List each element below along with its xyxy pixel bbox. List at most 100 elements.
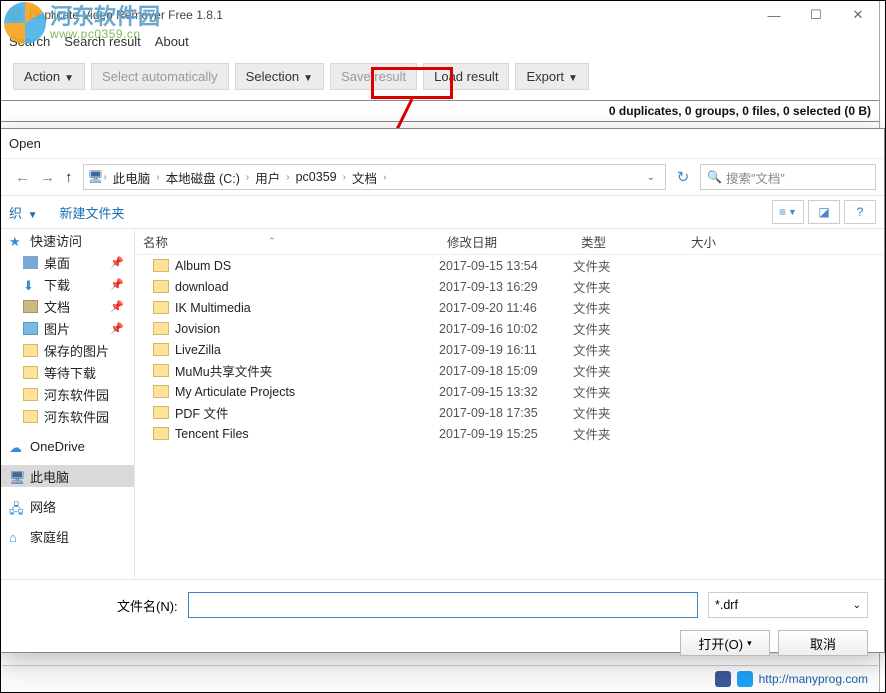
- footer-link[interactable]: http://manyprog.com: [759, 672, 868, 686]
- file-date: 2017-09-16 10:02: [439, 322, 573, 336]
- pc-icon: 🖥: [9, 470, 24, 483]
- file-row[interactable]: IK Multimedia2017-09-20 11:46文件夹: [135, 297, 884, 318]
- filter-dropdown[interactable]: *.drf⌄: [708, 592, 868, 618]
- crumb-0[interactable]: 此电脑: [107, 168, 157, 187]
- dialog-toolbar: 织 ▼ 新建文件夹 ≡ ▼ ◪ ?: [1, 195, 884, 229]
- sidebar-item-9[interactable]: ☁OneDrive: [1, 435, 134, 457]
- file-date: 2017-09-15 13:32: [439, 385, 573, 399]
- file-row[interactable]: Tencent Files2017-09-19 15:25文件夹: [135, 423, 884, 444]
- sidebar-label: 河东软件园: [44, 385, 109, 404]
- file-row[interactable]: LiveZilla2017-09-19 16:11文件夹: [135, 339, 884, 360]
- desk-icon: [23, 256, 38, 269]
- file-row[interactable]: Album DS2017-09-15 13:54文件夹: [135, 255, 884, 276]
- action-button[interactable]: Action▼: [13, 63, 85, 90]
- file-row[interactable]: Jovision2017-09-16 10:02文件夹: [135, 318, 884, 339]
- nav-arrows: ← → ↑: [9, 169, 79, 186]
- refresh-icon[interactable]: ↻: [670, 164, 696, 190]
- open-button[interactable]: 打开(O)▾: [680, 630, 770, 656]
- watermark-url: www.pc0359.cn: [50, 28, 160, 40]
- dialog-bottom: 文件名(N): *.drf⌄ 打开(O)▾ 取消: [1, 579, 884, 668]
- file-date: 2017-09-18 17:35: [439, 406, 573, 420]
- toolbar: Action▼ Select automatically Selection▼ …: [1, 53, 879, 100]
- facebook-icon[interactable]: [715, 671, 731, 687]
- col-size[interactable]: 大小: [683, 232, 763, 251]
- fold-icon: [23, 410, 38, 423]
- preview-pane-button[interactable]: ◪: [808, 200, 840, 224]
- file-name: LiveZilla: [175, 343, 439, 357]
- sidebar-label: 下载: [44, 275, 70, 294]
- select-automatically-button[interactable]: Select automatically: [91, 63, 229, 90]
- save-result-button[interactable]: Save result: [330, 63, 417, 90]
- crumb-2[interactable]: 用户: [249, 168, 286, 187]
- folder-icon: [153, 385, 169, 398]
- load-result-button[interactable]: Load result: [423, 63, 509, 90]
- sidebar-item-1[interactable]: 桌面📌: [1, 251, 134, 273]
- col-date[interactable]: 修改日期: [439, 232, 573, 251]
- file-row[interactable]: download2017-09-13 16:29文件夹: [135, 276, 884, 297]
- search-input[interactable]: 🔍 搜索"文档": [700, 164, 876, 190]
- sidebar-label: 桌面: [44, 253, 70, 272]
- crumb-4[interactable]: 文档: [346, 168, 383, 187]
- file-row[interactable]: PDF 文件2017-09-18 17:35文件夹: [135, 402, 884, 423]
- crumb-3[interactable]: pc0359: [290, 170, 343, 184]
- file-row[interactable]: My Articulate Projects2017-09-15 13:32文件…: [135, 381, 884, 402]
- nav-forward-icon[interactable]: →: [40, 169, 55, 186]
- folder-icon: [153, 343, 169, 356]
- file-type: 文件夹: [573, 382, 683, 401]
- filename-input[interactable]: [188, 592, 698, 618]
- file-row[interactable]: MuMu共享文件夹2017-09-18 15:09文件夹: [135, 360, 884, 381]
- file-type: 文件夹: [573, 403, 683, 422]
- col-type[interactable]: 类型: [573, 232, 683, 251]
- dialog-title: Open: [1, 129, 884, 159]
- folder-icon: [153, 322, 169, 335]
- sidebar-item-4[interactable]: 图片📌: [1, 317, 134, 339]
- sidebar-item-5[interactable]: 保存的图片: [1, 339, 134, 361]
- selection-button[interactable]: Selection▼: [235, 63, 324, 90]
- cancel-button[interactable]: 取消: [778, 630, 868, 656]
- down-icon: ⬇: [23, 278, 38, 291]
- sidebar-item-7[interactable]: 河东软件园: [1, 383, 134, 405]
- crumb-dropdown-icon[interactable]: ⌄: [641, 172, 661, 183]
- nav-back-icon[interactable]: ←: [15, 169, 30, 186]
- twitter-icon[interactable]: [737, 671, 753, 687]
- sidebar-item-6[interactable]: 等待下载: [1, 361, 134, 383]
- fold-icon: [23, 344, 38, 357]
- minimize-button[interactable]: —: [753, 2, 795, 28]
- sidebar-label: OneDrive: [30, 439, 85, 454]
- folder-icon: [153, 301, 169, 314]
- sidebar: ★快速访问桌面📌⬇下载📌文档📌图片📌保存的图片等待下载河东软件园河东软件园☁On…: [1, 229, 135, 579]
- status-line: 0 duplicates, 0 groups, 0 files, 0 selec…: [1, 100, 879, 122]
- file-type: 文件夹: [573, 319, 683, 338]
- breadcrumb[interactable]: 🖥 › 此电脑› 本地磁盘 (C:)› 用户› pc0359› 文档› ⌄: [83, 164, 667, 190]
- column-headers[interactable]: 名称⌃ 修改日期 类型 大小: [135, 229, 884, 255]
- sidebar-item-0[interactable]: ★快速访问: [1, 229, 134, 251]
- new-folder-button[interactable]: 新建文件夹: [60, 203, 125, 222]
- fold-icon: [23, 366, 38, 379]
- file-name: Jovision: [175, 322, 439, 336]
- doc-icon: [23, 300, 38, 313]
- file-type: 文件夹: [573, 424, 683, 443]
- export-button[interactable]: Export▼: [515, 63, 588, 90]
- file-date: 2017-09-19 16:11: [439, 343, 573, 357]
- filename-label: 文件名(N):: [117, 596, 178, 615]
- view-mode-button[interactable]: ≡ ▼: [772, 200, 804, 224]
- sidebar-label: 等待下载: [44, 363, 96, 382]
- folder-icon: [153, 280, 169, 293]
- sidebar-item-3[interactable]: 文档📌: [1, 295, 134, 317]
- nav-up-icon[interactable]: ↑: [65, 169, 73, 186]
- sidebar-item-8[interactable]: 河东软件园: [1, 405, 134, 427]
- maximize-button[interactable]: ☐: [795, 2, 837, 28]
- crumb-1[interactable]: 本地磁盘 (C:): [160, 168, 246, 187]
- sidebar-item-11[interactable]: 🖧网络: [1, 495, 134, 517]
- sidebar-item-2[interactable]: ⬇下载📌: [1, 273, 134, 295]
- sidebar-item-12[interactable]: ⌂家庭组: [1, 525, 134, 547]
- file-date: 2017-09-19 15:25: [439, 427, 573, 441]
- help-button[interactable]: ?: [844, 200, 876, 224]
- sidebar-item-10[interactable]: 🖥此电脑: [1, 465, 134, 487]
- col-name[interactable]: 名称: [143, 232, 168, 251]
- close-button[interactable]: ✕: [837, 2, 879, 28]
- organize-button[interactable]: 织 ▼: [9, 203, 38, 222]
- sidebar-label: 快速访问: [30, 231, 82, 250]
- file-name: Tencent Files: [175, 427, 439, 441]
- folder-icon: [153, 364, 169, 377]
